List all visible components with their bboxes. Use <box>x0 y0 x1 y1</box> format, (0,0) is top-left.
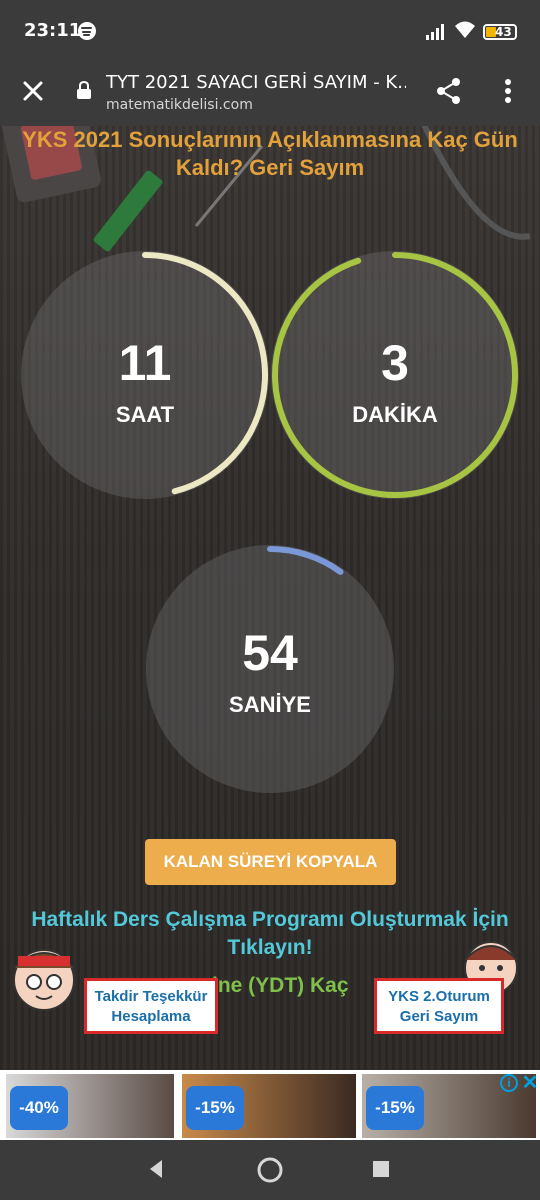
browser-toolbar: TYT 2021 SAYACI GERİ SAYIM - K... matema… <box>0 64 540 126</box>
screen: 23:11 43 TYT 2021 SAYACI GERİ SAYIM - K.… <box>0 0 540 1200</box>
minutes-value: 3 <box>381 335 409 391</box>
ydt-link-partial[interactable]: ine (YDT) Kaç <box>212 974 349 998</box>
ad-discount-badge: -15% <box>366 1086 424 1130</box>
study-program-link[interactable]: Haftalık Ders Çalışma Programı Oluşturma… <box>10 906 530 962</box>
seconds-counter: 54 SANİYE <box>145 544 395 794</box>
lock-icon <box>77 80 91 99</box>
minutes-counter: 3 DAKİKA <box>270 250 520 500</box>
ad-discount-badge: -40% <box>10 1086 68 1130</box>
seconds-label: SANİYE <box>229 692 311 717</box>
recents-icon[interactable] <box>372 1160 390 1178</box>
spotify-icon <box>78 22 96 40</box>
home-icon[interactable] <box>256 1156 284 1184</box>
back-icon[interactable] <box>146 1158 166 1180</box>
wifi-icon <box>455 21 475 38</box>
battery-level: 43 <box>495 25 512 39</box>
ad-card[interactable]: -40% <box>6 1074 174 1138</box>
ad-card[interactable]: -15% <box>182 1074 356 1138</box>
minutes-label: DAKİKA <box>352 402 438 427</box>
ad-info-icon[interactable]: i <box>500 1074 518 1092</box>
hours-value: 11 <box>118 335 172 391</box>
ad-discount-badge: -15% <box>186 1086 244 1130</box>
girl-mascot-icon <box>13 949 75 1011</box>
page-url[interactable]: matematikdelisi.com <box>106 97 253 113</box>
web-page: YKS 2021 Sonuçlarının Açıklanmasına Kaç … <box>0 126 540 1070</box>
status-time: 23:11 <box>24 20 82 41</box>
hours-counter: 11 SAAT <box>20 250 270 500</box>
more-vert-icon[interactable] <box>500 76 516 106</box>
seconds-value: 54 <box>242 625 298 681</box>
page-title[interactable]: TYT 2021 SAYACI GERİ SAYIM - K... <box>106 72 406 93</box>
takdir-tesekkur-line1: Takdir Teşekkür <box>94 988 208 1005</box>
status-bar: 23:11 43 <box>0 0 540 64</box>
navigation-bar <box>0 1140 540 1200</box>
takdir-tesekkur-button[interactable]: Takdir Teşekkür Hesaplama <box>84 978 218 1034</box>
ad-close-icon[interactable]: ✕ <box>520 1070 540 1094</box>
copy-remaining-time-button[interactable]: KALAN SÜREYİ KOPYALA <box>145 839 396 885</box>
yks-2-oturum-line2: Geri Sayım <box>399 1008 479 1025</box>
ad-banner[interactable]: -40% -15% -15% <box>0 1070 540 1140</box>
yks-2-oturum-line1: YKS 2.Oturum <box>388 988 490 1005</box>
page-headline: YKS 2021 Sonuçlarının Açıklanmasına Kaç … <box>22 127 518 180</box>
signal-icon <box>426 24 444 40</box>
close-icon[interactable] <box>20 78 46 104</box>
hours-label: SAAT <box>115 402 175 427</box>
yks-2-oturum-button[interactable]: YKS 2.Oturum Geri Sayım <box>374 978 504 1034</box>
share-icon[interactable] <box>434 76 464 106</box>
takdir-tesekkur-line2: Hesaplama <box>111 1008 191 1025</box>
battery-icon: 43 <box>483 24 517 40</box>
